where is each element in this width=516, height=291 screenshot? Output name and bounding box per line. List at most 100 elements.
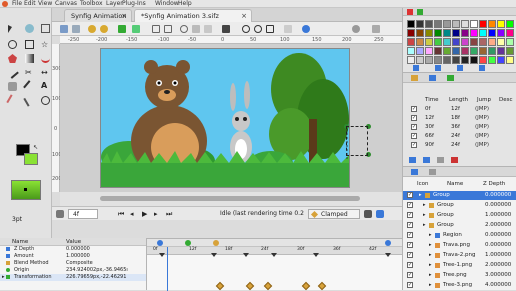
palette-swatch[interactable] [416,56,424,64]
palette-swatch[interactable] [461,47,469,55]
layer-row[interactable]: ✓ ▸ Group 1.000000 [403,211,516,220]
layer-visibility-checkbox[interactable]: ✓ [407,232,413,238]
zoom-out-icon[interactable] [254,25,262,33]
palette-swatch[interactable] [434,38,442,46]
column-z-depth[interactable]: Z Depth [483,181,505,187]
keyframe-active-checkbox[interactable]: ✓ [411,115,417,121]
keyframe-row[interactable]: ✓ 66f 24f (JMP) [403,132,516,141]
layer-visibility-checkbox[interactable]: ✓ [407,202,413,208]
keyframe-lock-icon[interactable] [411,75,418,81]
menu-file[interactable]: File [12,0,22,7]
palette-swatch[interactable] [488,20,496,28]
waypoint-diamond[interactable] [317,281,327,291]
layer-visibility-checkbox[interactable]: ✓ [407,282,413,288]
palette-swatch[interactable] [407,47,415,55]
palette-swatch[interactable] [461,56,469,64]
palette-swatch[interactable] [434,56,442,64]
scrollbar-thumb[interactable] [100,196,360,201]
keyframe-jump[interactable]: (JMP) [475,141,489,150]
palette-swatch[interactable] [497,29,505,37]
keyframe-lock-icon[interactable] [364,210,372,218]
layer-row[interactable]: ✓ ▸ Group 0.000000 [403,191,516,200]
keyframe-marker[interactable] [211,253,217,257]
palette-swatch[interactable] [461,29,469,37]
keyframe-row[interactable]: ✓ 12f 18f (JMP) [403,114,516,123]
expand-arrow-icon[interactable]: ▸ [423,201,426,210]
palette-edit-icon[interactable] [479,65,485,71]
column-name[interactable]: Name [447,181,463,187]
toggle-animation-icon[interactable] [302,25,310,33]
keyframe-marker[interactable] [243,253,249,257]
undo-icon[interactable] [88,25,96,33]
param-row[interactable]: Z Depth 0.000000 [0,246,146,253]
layer-visibility-checkbox[interactable]: ✓ [407,252,413,258]
palette-tab-icon[interactable] [417,9,423,15]
sets-tab-icon[interactable] [429,169,436,175]
keyframe-prev-icon[interactable] [157,240,163,246]
palette-swatch[interactable] [488,56,496,64]
column-icon[interactable]: Icon [417,181,429,187]
param-row[interactable]: Blend Method Composite [0,260,146,267]
keyframe-active-checkbox[interactable]: ✓ [411,124,417,130]
palette-swatch[interactable] [479,29,487,37]
params-tab-icon[interactable] [429,75,436,81]
rectangle-tool-icon[interactable] [25,40,34,49]
width-tool-icon[interactable]: ↔ [41,68,50,77]
scale-tool-icon[interactable] [41,24,50,33]
canvas-horizontal-scrollbar[interactable] [60,192,402,206]
palette-swatch[interactable] [416,20,424,28]
tab-synfig-animation-1[interactable]: Synfig Animation 1 × [64,9,132,32]
palette-swatch[interactable] [452,47,460,55]
keyframe-jump[interactable]: (JMP) [475,132,489,141]
expand-arrow-icon[interactable]: ▸ [2,274,5,281]
palette-swatch[interactable] [407,20,415,28]
palette-swatch[interactable] [425,38,433,46]
column-jump[interactable]: Jump [477,97,491,103]
seek-begin-icon[interactable]: ⏮ [118,210,124,219]
keyframe-active-checkbox[interactable]: ✓ [411,133,417,139]
palette-swatch[interactable] [497,20,505,28]
palette-swatch[interactable] [452,29,460,37]
palette-swatch[interactable] [416,47,424,55]
toggle-guides-icon[interactable] [164,25,172,33]
menu-help[interactable]: Help [178,0,192,7]
layer-visibility-checkbox[interactable]: ✓ [407,272,413,278]
layer-row[interactable]: ✓ ▸ Tree-3.png 4.000000 [403,281,516,290]
palette-swatch[interactable] [434,47,442,55]
param-row[interactable]: Amount 1.000000 [0,253,146,260]
redo-icon[interactable] [100,25,108,33]
layer-row[interactable]: ✓ ▸ Tree.png 3.000000 [403,271,516,280]
save-as-icon[interactable] [72,25,80,33]
palette-swatch[interactable] [452,56,460,64]
palette-tab-icon[interactable] [407,9,413,15]
palette-swatch[interactable] [443,56,451,64]
expand-arrow-icon[interactable]: ▸ [423,211,426,220]
palette-swatch[interactable] [416,29,424,37]
palette-save-icon[interactable] [457,65,463,71]
cutout-tool-icon[interactable]: ✂ [25,68,34,77]
expand-arrow-icon[interactable]: ▸ [429,261,432,270]
fill-color-swatch[interactable] [24,153,38,165]
menu-canvas[interactable]: Canvas [55,0,77,7]
layer-row[interactable]: ✓ ▸ Group 2.000000 [403,221,516,230]
zoom-in-icon[interactable] [242,25,250,33]
palette-swatch[interactable] [443,47,451,55]
column-time[interactable]: Time [425,97,438,103]
animation-mode-icon[interactable] [56,210,64,218]
palette-swatch[interactable] [425,29,433,37]
menu-toolbox[interactable]: Toolbox [80,0,103,7]
interpolation-select[interactable]: Clamped [308,209,360,219]
params-column-value[interactable]: Value [66,238,81,246]
toggle-grid-icon[interactable] [152,25,160,33]
expand-arrow-icon[interactable]: ▸ [429,231,432,240]
waypoint-diamond[interactable] [215,281,225,291]
expand-arrow-icon[interactable]: ▸ [429,271,432,280]
layer-row[interactable]: ✓ ▸ Group 0.000000 [403,201,516,210]
palette-swatch[interactable] [425,56,433,64]
expand-arrow-icon[interactable]: ▸ [429,251,432,260]
palette-swatch[interactable] [497,38,505,46]
palette-swatch[interactable] [497,47,505,55]
palette-swatch[interactable] [407,56,415,64]
keyframe-marker[interactable] [271,253,277,257]
waypoint-diamond[interactable] [263,281,273,291]
